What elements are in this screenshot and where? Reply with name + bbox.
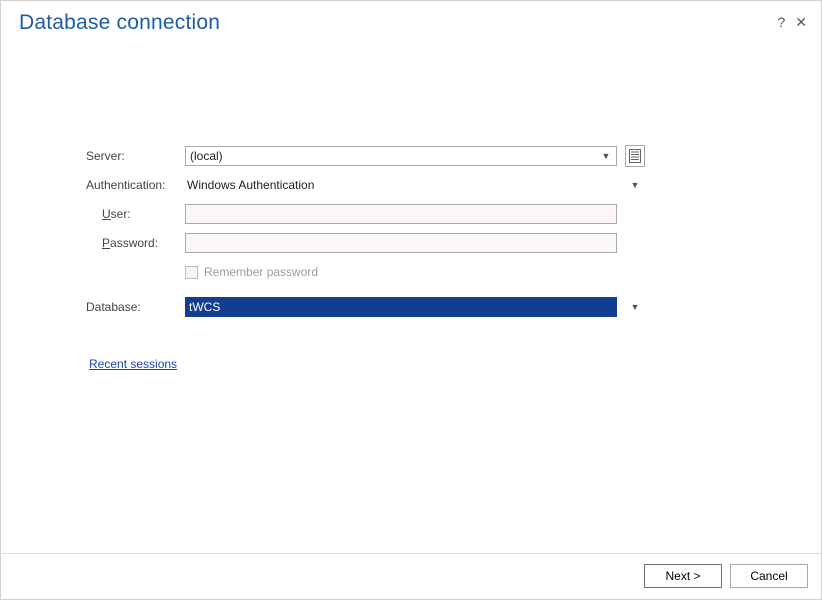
server-list-icon bbox=[629, 149, 641, 163]
remember-label: Remember password bbox=[204, 265, 318, 279]
next-button[interactable]: Next > bbox=[644, 564, 722, 588]
user-input[interactable] bbox=[185, 204, 617, 224]
dialog-footer: Next > Cancel bbox=[2, 553, 820, 598]
cancel-button[interactable]: Cancel bbox=[730, 564, 808, 588]
database-value: tWCS bbox=[189, 300, 220, 314]
server-value: (local) bbox=[190, 149, 599, 163]
authentication-row: Authentication: Windows Authentication ▼ bbox=[86, 174, 746, 196]
chevron-down-icon: ▼ bbox=[599, 151, 613, 161]
authentication-label: Authentication: bbox=[86, 178, 185, 192]
remember-checkbox[interactable]: Remember password bbox=[185, 262, 617, 282]
server-combo[interactable]: (local) ▼ bbox=[185, 146, 617, 166]
close-icon[interactable]: ✕ bbox=[795, 15, 807, 29]
titlebar-buttons: ? ✕ bbox=[777, 11, 807, 29]
database-combo[interactable]: tWCS bbox=[185, 297, 617, 317]
server-row: Server: (local) ▼ bbox=[86, 145, 746, 167]
dialog-title: Database connection bbox=[19, 11, 220, 35]
server-browse-button[interactable] bbox=[625, 145, 645, 167]
password-row: Password: bbox=[86, 232, 746, 254]
user-label: User: bbox=[86, 207, 185, 221]
checkbox-icon bbox=[185, 266, 198, 279]
chevron-down-icon[interactable]: ▼ bbox=[628, 302, 642, 312]
chevron-down-icon[interactable]: ▼ bbox=[628, 180, 642, 190]
authentication-value: Windows Authentication bbox=[187, 178, 614, 192]
titlebar: Database connection ? ✕ bbox=[1, 1, 821, 35]
recent-sessions-link[interactable]: Recent sessions bbox=[89, 357, 177, 371]
password-label: Password: bbox=[86, 236, 185, 250]
user-row: User: bbox=[86, 203, 746, 225]
server-label: Server: bbox=[86, 149, 185, 163]
remember-row: Remember password bbox=[86, 261, 746, 283]
database-row: Database: tWCS ▼ bbox=[86, 296, 746, 318]
authentication-combo[interactable]: Windows Authentication bbox=[185, 175, 617, 195]
password-input[interactable] bbox=[185, 233, 617, 253]
database-label: Database: bbox=[86, 300, 185, 314]
connection-form: Server: (local) ▼ Authentication: bbox=[86, 145, 746, 325]
help-icon[interactable]: ? bbox=[777, 15, 785, 29]
